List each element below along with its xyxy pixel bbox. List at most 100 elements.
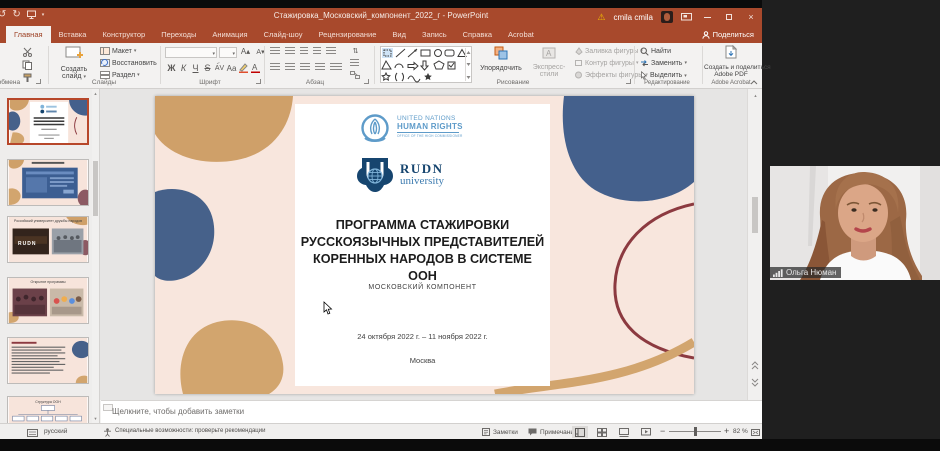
display-settings-icon[interactable] [681,13,692,22]
canvas-scroll-thumb[interactable] [752,197,758,233]
font-name-combo[interactable]: ▾ [165,47,217,58]
bullets-icon[interactable] [270,47,280,55]
font-color-icon[interactable]: A [250,63,261,73]
indent-decrease-icon[interactable] [300,47,308,55]
notes-toggle-button[interactable]: Заметки [482,428,518,436]
copy-icon[interactable] [22,60,33,70]
layout-button[interactable]: Макет▾ [100,47,136,55]
tab-insert[interactable]: Вставка [51,26,95,43]
restore-button[interactable] [722,10,736,24]
slideshow-view-button[interactable] [638,426,654,438]
grow-font-icon[interactable]: А▴ [240,47,251,56]
tab-review[interactable]: Рецензирование [311,26,385,43]
columns-icon[interactable] [330,63,342,71]
canvas-scroll-up-icon[interactable]: ▲ [752,93,759,98]
section-button[interactable]: Раздел▾ [100,71,140,79]
indent-increase-icon[interactable] [313,47,321,55]
slide-title[interactable]: ПРОГРАММА СТАЖИРОВКИ РУССКОЯЗЫЧНЫХ ПРЕДС… [295,216,550,284]
zoom-in-button[interactable]: + [724,426,729,436]
change-case-button[interactable]: Аа [226,64,237,73]
find-button[interactable]: Найти [640,47,671,56]
comments-toggle-button[interactable]: Примечания [528,428,578,436]
tab-home[interactable]: Главная [6,26,51,43]
accessibility-status[interactable]: Специальные возможности: проверьте реком… [115,428,265,434]
char-spacing-icon[interactable]: A︠V [214,65,225,72]
next-slide-button[interactable] [751,377,759,387]
quick-styles-button[interactable]: A Экспресс- стили [528,46,570,78]
smartart-icon[interactable] [350,71,360,79]
tab-design[interactable]: Конструктор [94,26,153,43]
thumbnail-scrollbar[interactable]: ▲ ▼ [92,89,99,423]
replace-button[interactable]: Заменить▾ [640,59,687,67]
slide-thumbnail-3[interactable]: Российский университет дружбы народов RU… [7,216,89,263]
notes-pane[interactable]: Щелкните, чтобы добавить заметки [101,400,762,423]
shape-fill-button[interactable]: Заливка фигуры▾ [574,47,643,55]
cut-icon[interactable] [22,47,33,57]
notes-placeholder[interactable]: Щелкните, чтобы добавить заметки [112,407,244,416]
tab-transitions[interactable]: Переходы [153,26,204,43]
bold-button[interactable]: Ж [166,63,177,73]
new-slide-button[interactable]: Создать слайд ▾ [52,46,96,80]
line-spacing-icon[interactable] [326,47,336,55]
clipboard-dialog-launcher[interactable] [36,79,41,84]
highlight-pen-icon[interactable] [238,63,249,73]
slide-thumbnail-2[interactable] [7,159,89,206]
thumbnail-scroll-up-icon[interactable]: ▲ [92,91,99,96]
avatar[interactable] [661,11,673,23]
zoom-out-button[interactable]: − [660,426,665,436]
collapse-ribbon-icon[interactable] [750,80,758,85]
slide-thumbnail-4[interactable]: Открытие программы [7,277,89,324]
slide-subtitle[interactable]: МОСКОВСКИЙ КОМПОНЕНТ [295,284,550,291]
reading-view-button[interactable] [616,426,632,438]
underline-button[interactable]: Ч [190,63,201,73]
tab-animations[interactable]: Анимация [204,26,255,43]
thumbnail-scroll-thumb[interactable] [93,161,98,216]
tab-acrobat[interactable]: Acrobat [500,26,542,43]
canvas-scrollbar[interactable]: ▲ [747,89,762,400]
zoom-percent[interactable]: 82 % [733,428,748,435]
paragraph-dialog-launcher[interactable] [364,79,369,84]
align-right-icon[interactable] [300,63,310,71]
close-button[interactable]: × [744,10,758,24]
slide-dates[interactable]: 24 октября 2022 г. – 11 ноября 2022 г. [295,332,550,341]
account-name[interactable]: cmila cmila [613,13,653,22]
create-pdf-button[interactable]: Создать и поделиться Adobe PDF [704,45,758,78]
shape-outline-button[interactable]: Контур фигуры▾ [574,59,638,67]
keyboard-layout-icon[interactable] [27,429,38,437]
warning-icon[interactable]: ⚠ [597,12,605,23]
font-size-combo[interactable]: ▾ [219,47,237,58]
thumbnail-scroll-down-icon[interactable]: ▼ [92,416,99,421]
align-center-icon[interactable] [285,63,295,71]
zoom-slider-thumb[interactable] [694,427,697,436]
select-button[interactable]: Выделить▾ [640,71,687,80]
align-text-icon[interactable] [350,59,359,67]
strikethrough-button[interactable]: S [202,63,213,73]
accessibility-icon[interactable] [103,428,112,437]
minimize-button[interactable] [700,10,714,24]
slide[interactable]: UNITED NATIONS HUMAN RIGHTS OFFICE OF TH… [155,96,694,394]
slide-thumbnail-1[interactable] [7,98,89,145]
tab-help[interactable]: Справка [455,26,500,43]
font-dialog-launcher[interactable] [256,79,261,84]
slide-sorter-view-button[interactable] [594,426,610,438]
justify-icon[interactable] [315,63,325,71]
slide-thumbnail-5[interactable] [7,337,89,384]
reset-button[interactable]: Восстановить [100,59,157,67]
slide-thumbnail-6[interactable]: Структура ООН [7,396,89,423]
drawing-dialog-launcher[interactable] [626,79,631,84]
arrange-button[interactable]: Упорядочить [476,46,526,72]
tab-slideshow[interactable]: Слайд-шоу [256,26,311,43]
shapes-gallery[interactable] [380,46,472,83]
tab-record[interactable]: Запись [414,26,455,43]
align-left-icon[interactable] [270,63,280,71]
shape-effects-button[interactable]: Эффекты фигуры▾ [574,71,648,79]
tab-view[interactable]: Вид [384,26,414,43]
fit-to-window-button[interactable] [751,428,760,437]
share-button[interactable]: Поделиться [702,26,754,43]
normal-view-button[interactable] [572,426,588,438]
slide-city[interactable]: Москва [295,356,550,365]
text-direction-icon[interactable]: ⇅ [350,47,361,55]
numbering-icon[interactable] [285,47,295,55]
italic-button[interactable]: К [178,63,189,73]
webcam-video[interactable]: Ольга Нюман [770,166,940,280]
